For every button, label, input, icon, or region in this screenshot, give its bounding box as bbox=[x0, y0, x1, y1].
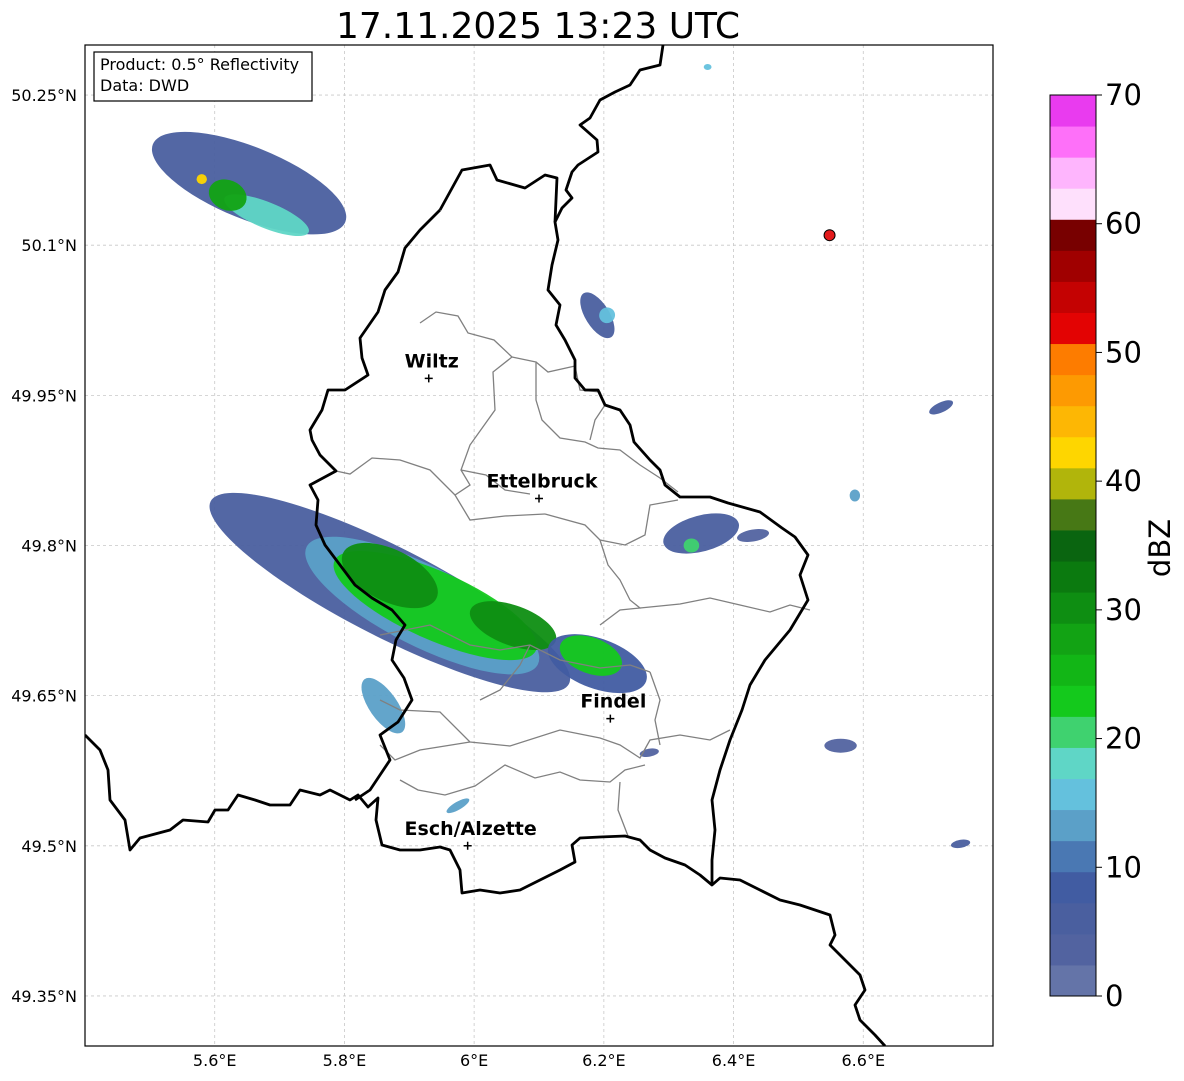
lat-tick-label: 49.65°N bbox=[11, 687, 77, 706]
colorbar-swatch bbox=[1050, 95, 1096, 127]
echo-cell bbox=[849, 489, 861, 502]
colorbar-label: dBZ bbox=[1143, 519, 1177, 577]
colorbar-swatch bbox=[1050, 157, 1096, 189]
colorbar-swatch bbox=[1050, 498, 1096, 531]
lat-tick-label: 49.5°N bbox=[21, 837, 77, 856]
colorbar-swatch bbox=[1050, 685, 1096, 717]
echo-cell bbox=[824, 738, 857, 753]
colorbar-tick-label: 70 bbox=[1105, 78, 1142, 112]
colorbar-swatch bbox=[1050, 933, 1096, 966]
lon-tick-label: 5.6°E bbox=[193, 1051, 237, 1070]
city-label: Esch/Alzette bbox=[405, 818, 537, 840]
colorbar-swatch bbox=[1050, 778, 1096, 811]
colorbar-swatch bbox=[1050, 343, 1096, 376]
product-info-box: Product: 0.5° Reflectivity Data: DWD bbox=[93, 51, 313, 102]
colorbar-swatch bbox=[1050, 405, 1096, 438]
colorbar-swatch bbox=[1050, 592, 1096, 624]
colorbar-tick-label: 50 bbox=[1105, 335, 1142, 369]
info-product: Product: 0.5° Reflectivity bbox=[100, 55, 299, 74]
colorbar-swatch bbox=[1050, 623, 1096, 655]
lon-tick-label: 6.4°E bbox=[712, 1051, 756, 1070]
colorbar-tick-label: 0 bbox=[1105, 979, 1123, 1013]
colorbar-swatch bbox=[1050, 716, 1096, 748]
colorbar-swatch bbox=[1050, 654, 1096, 686]
colorbar-swatch bbox=[1050, 529, 1096, 562]
lon-tick-label: 6.2°E bbox=[582, 1051, 626, 1070]
longitude-axis: 5.6°E 5.8°E 6°E 6.2°E 6.4°E 6.6°E bbox=[193, 1051, 885, 1070]
echo-cell bbox=[196, 174, 207, 185]
colorbar-tick-label: 40 bbox=[1105, 464, 1142, 498]
lon-tick-label: 6.6°E bbox=[842, 1051, 886, 1070]
colorbar-swatch bbox=[1050, 467, 1096, 500]
lat-tick-label: 49.8°N bbox=[21, 537, 77, 556]
lat-tick-label: 50.25°N bbox=[11, 86, 77, 105]
lat-tick-label: 49.35°N bbox=[11, 987, 77, 1006]
info-data-source: Data: DWD bbox=[100, 76, 189, 95]
colorbar-swatch bbox=[1050, 250, 1096, 282]
radar-figure: 17.11.2025 13:23 UTC WiltzEttelbruckFind… bbox=[11, 6, 1177, 1070]
echo-cell bbox=[703, 64, 712, 71]
city-label: Ettelbruck bbox=[487, 470, 598, 492]
echo-cell bbox=[683, 538, 700, 553]
colorbar-swatch bbox=[1050, 561, 1096, 593]
colorbar-tick-label: 30 bbox=[1105, 593, 1142, 627]
colorbar-swatch bbox=[1050, 281, 1096, 313]
city-label: Wiltz bbox=[405, 350, 459, 372]
colorbar-swatch bbox=[1050, 840, 1096, 873]
colorbar: 0 10 20 30 40 50 60 70 bbox=[1049, 78, 1142, 1013]
lat-tick-label: 50.1°N bbox=[21, 236, 77, 255]
lon-tick-label: 6°E bbox=[460, 1051, 488, 1070]
colorbar-swatch bbox=[1050, 871, 1096, 904]
colorbar-tick-label: 60 bbox=[1105, 207, 1142, 241]
colorbar-tick-label: 20 bbox=[1105, 722, 1142, 756]
colorbar-swatch bbox=[1050, 188, 1096, 220]
colorbar-swatch bbox=[1050, 312, 1096, 345]
colorbar-swatch bbox=[1050, 809, 1096, 842]
colorbar-swatch bbox=[1050, 436, 1096, 469]
colorbar-swatch bbox=[1050, 902, 1096, 935]
lat-tick-label: 49.95°N bbox=[11, 386, 77, 405]
colorbar-swatch bbox=[1050, 374, 1096, 407]
latitude-axis: 50.25°N 50.1°N 49.95°N 49.8°N 49.65°N 49.5°N 4… bbox=[11, 86, 77, 1006]
colorbar-swatch bbox=[1050, 747, 1096, 780]
radar-site-marker bbox=[823, 229, 836, 242]
city-label: Findel bbox=[580, 691, 646, 713]
map-title: 17.11.2025 13:23 UTC bbox=[336, 6, 740, 47]
colorbar-swatch bbox=[1050, 126, 1096, 158]
colorbar-tick-label: 10 bbox=[1105, 850, 1142, 884]
colorbar-swatch bbox=[1050, 219, 1096, 251]
colorbar-swatch bbox=[1050, 964, 1096, 997]
lon-tick-label: 5.8°E bbox=[323, 1051, 367, 1070]
